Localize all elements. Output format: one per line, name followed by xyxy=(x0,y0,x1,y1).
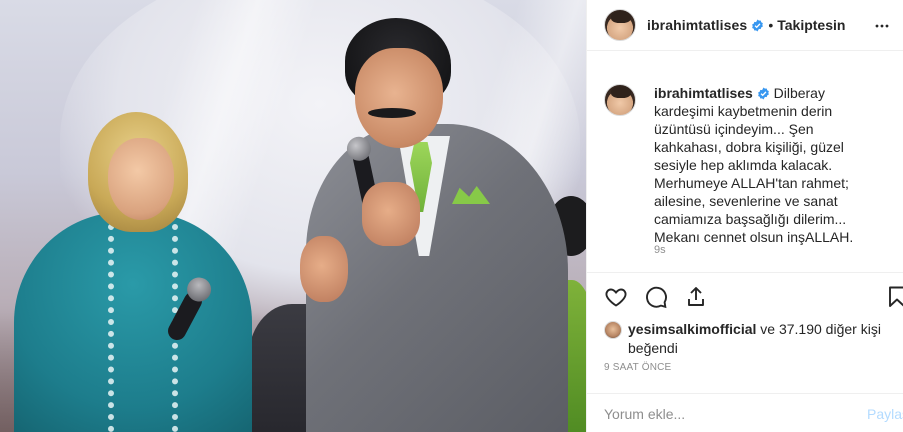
more-icon[interactable] xyxy=(872,16,892,36)
likes-text[interactable]: yesimsalkimofficial ve 37.190 diğer kişi… xyxy=(628,320,881,358)
caption-timestamp[interactable]: 9s xyxy=(654,244,666,256)
comment-box: Paylaş xyxy=(587,393,903,432)
verified-badge-icon xyxy=(752,19,764,31)
likes-count[interactable]: ve 37.190 diğer kişi xyxy=(756,321,881,337)
post-comment-button[interactable]: Paylaş xyxy=(867,406,903,422)
header-username[interactable]: ibrahimtatlises xyxy=(647,17,747,33)
liker-username[interactable]: yesimsalkimofficial xyxy=(628,321,756,337)
comment-input[interactable] xyxy=(604,405,844,423)
woman-face xyxy=(108,138,174,220)
comment-icon[interactable] xyxy=(644,285,668,309)
following-button[interactable]: Takiptesin xyxy=(777,17,845,33)
profile-avatar[interactable] xyxy=(604,9,636,41)
post-photo[interactable] xyxy=(0,0,586,432)
heart-icon[interactable] xyxy=(604,285,628,309)
post-timestamp[interactable]: 9 SAAT ÖNCE xyxy=(604,362,671,373)
caption-avatar[interactable] xyxy=(604,84,636,116)
bookmark-icon[interactable] xyxy=(885,285,903,309)
separator-dot: • xyxy=(768,17,774,33)
caption-text: ibrahimtatlises Dilberay kardeşimi kaybe… xyxy=(654,84,884,246)
man-face xyxy=(355,48,443,148)
actions-divider xyxy=(587,272,903,273)
likes-verb: beğendi xyxy=(628,340,678,356)
post-caption: ibrahimtatlises Dilberay kardeşimi kaybe… xyxy=(604,84,894,246)
post-sidebar: ibrahimtatlises • Takiptesin ibrahimtatl… xyxy=(586,0,903,432)
caption-username[interactable]: ibrahimtatlises xyxy=(654,85,753,101)
man-hand xyxy=(362,182,420,246)
likes-summary: yesimsalkimofficial ve 37.190 diğer kişi… xyxy=(604,320,899,358)
post-header: ibrahimtatlises • Takiptesin xyxy=(587,0,903,51)
verified-badge-icon xyxy=(757,87,769,100)
action-bar xyxy=(604,285,708,309)
man-hand xyxy=(300,236,348,302)
caption-body: Dilberay kardeşimi kaybetmenin derin üzü… xyxy=(654,85,854,245)
liker-avatar[interactable] xyxy=(604,321,622,339)
share-icon[interactable] xyxy=(684,285,708,309)
man-mustache xyxy=(368,108,416,118)
